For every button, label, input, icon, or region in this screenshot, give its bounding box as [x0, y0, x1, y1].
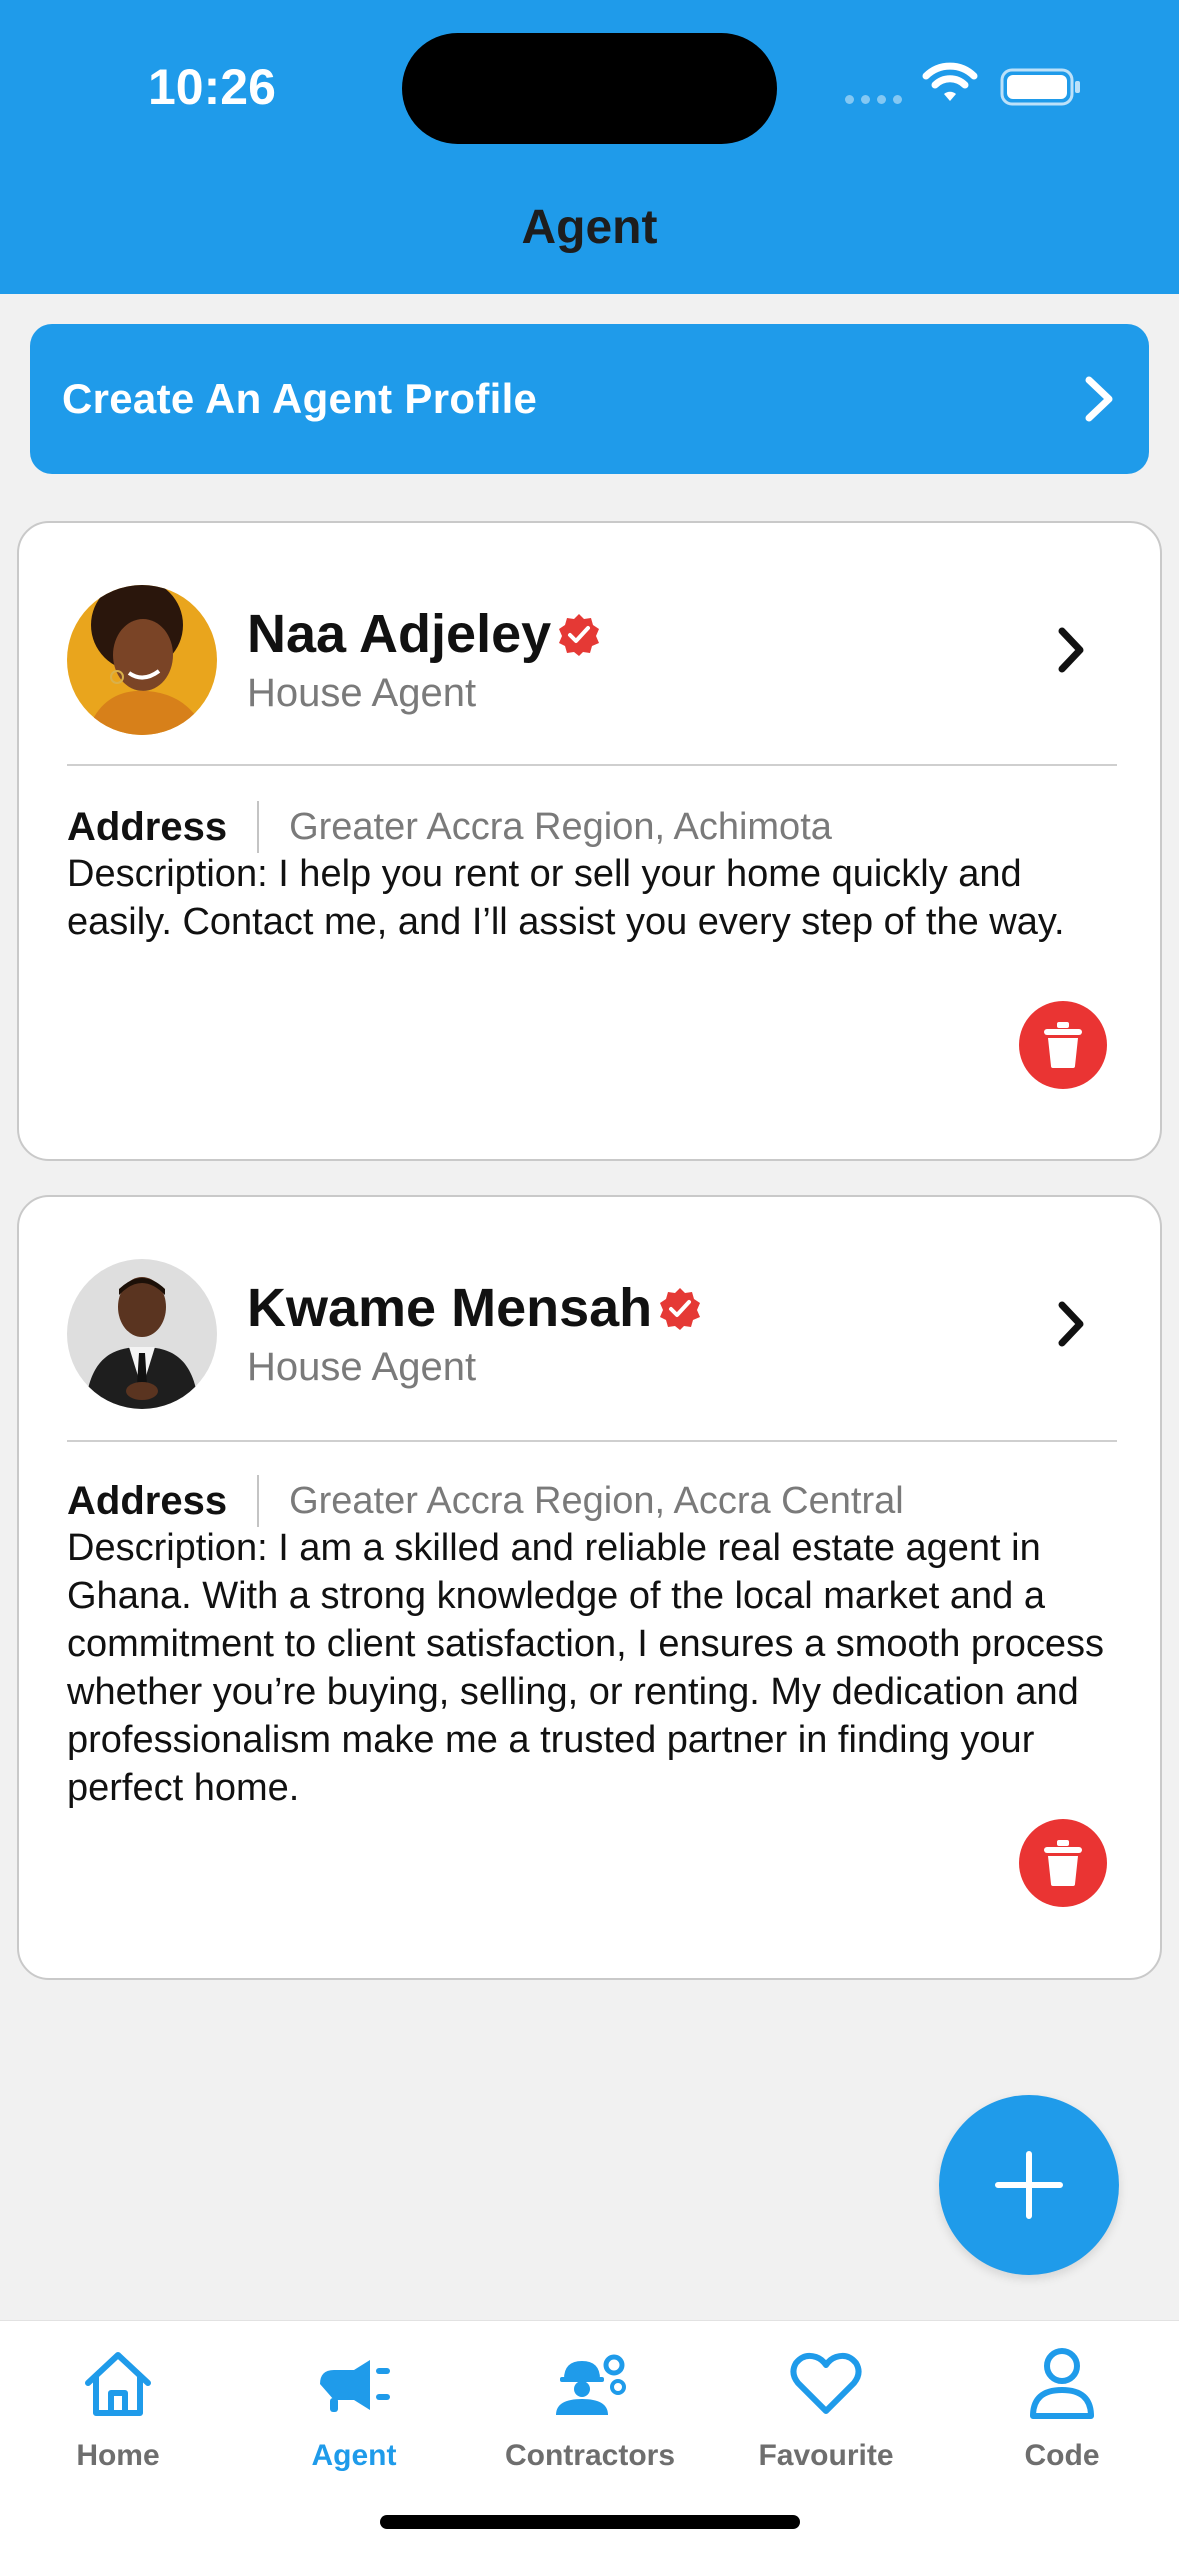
address-label: Address [67, 1478, 228, 1523]
cellular-signal-icon [845, 95, 902, 104]
trash-icon [1044, 1022, 1082, 1068]
address-separator [257, 1475, 260, 1527]
chevron-right-icon[interactable] [1054, 1299, 1088, 1349]
delete-button[interactable] [1019, 1819, 1107, 1907]
divider [67, 764, 1117, 766]
tab-agent[interactable]: Agent [236, 2339, 472, 2473]
tab-contractors[interactable]: Contractors [472, 2339, 708, 2473]
tab-label: Code [1024, 2439, 1100, 2472]
create-agent-profile-button[interactable]: Create An Agent Profile [30, 324, 1149, 474]
tab-home[interactable]: Home [0, 2339, 236, 2473]
verified-badge-icon [559, 614, 600, 656]
chevron-right-icon [1085, 376, 1113, 422]
agent-role: House Agent [247, 671, 477, 715]
tab-favourite[interactable]: Favourite [708, 2339, 944, 2473]
megaphone-icon [320, 2360, 390, 2412]
add-agent-button[interactable] [939, 2095, 1119, 2275]
agent-card[interactable]: Kwame Mensah House Agent Address Greater… [17, 1195, 1162, 1980]
address-value: Greater Accra Region, Achimota [289, 805, 832, 848]
verified-badge-icon [660, 1288, 701, 1330]
plus-icon [995, 2151, 1063, 2219]
wifi-icon [922, 62, 978, 101]
app-header: 10:26 Agent [0, 0, 1179, 294]
address-value: Greater Accra Region, Accra Central [289, 1479, 904, 1522]
agent-description: Description: I help you rent or sell you… [67, 853, 1065, 943]
tab-label: Contractors [504, 2439, 676, 2472]
tab-label: Home [76, 2439, 160, 2472]
home-icon [85, 2352, 151, 2416]
status-time: 10:26 [148, 59, 276, 115]
tab-code[interactable]: Code [944, 2339, 1179, 2473]
contractor-icon [556, 2354, 626, 2415]
chevron-right-icon[interactable] [1054, 625, 1088, 675]
page-title: Agent [521, 201, 658, 254]
address-separator [257, 801, 260, 853]
avatar [67, 585, 217, 735]
delete-button[interactable] [1019, 1001, 1107, 1089]
create-agent-profile-label: Create An Agent Profile [62, 375, 538, 422]
user-icon [1030, 2348, 1094, 2419]
heart-icon [790, 2352, 862, 2414]
address-label: Address [67, 804, 228, 849]
agent-name: Naa Adjeley [247, 604, 552, 664]
battery-icon [1000, 68, 1080, 106]
home-indicator [380, 2515, 800, 2529]
avatar [67, 1259, 217, 1409]
tab-label: Agent [311, 2439, 397, 2472]
tab-label: Favourite [758, 2439, 894, 2472]
agent-name: Kwame Mensah [247, 1278, 653, 1338]
agent-role: House Agent [247, 1345, 477, 1389]
divider [67, 1440, 1117, 1442]
trash-icon [1044, 1840, 1082, 1886]
agent-card[interactable]: Naa Adjeley House Agent Address Greater … [17, 521, 1162, 1161]
agent-description: Description: I am a skilled and reliable… [67, 1527, 1104, 1809]
dynamic-island [402, 33, 777, 144]
